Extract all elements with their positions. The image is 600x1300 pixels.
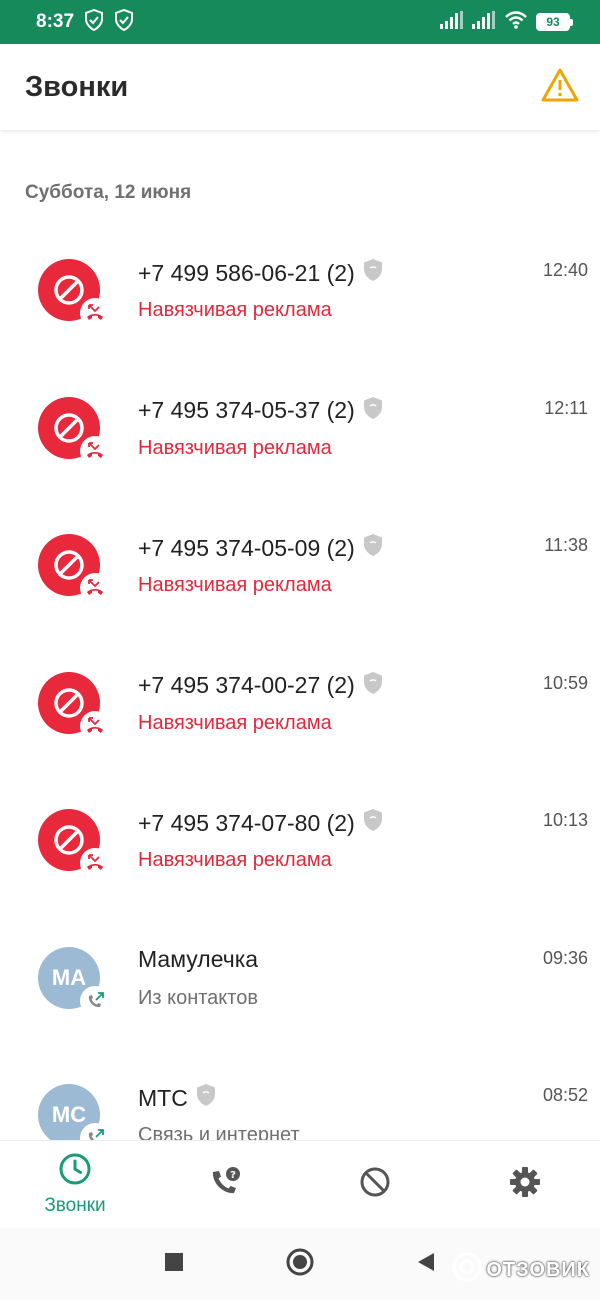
shield-icon — [363, 258, 383, 288]
shield-check-icon — [114, 8, 134, 36]
back-button[interactable] — [415, 1251, 437, 1278]
block-icon — [54, 687, 84, 718]
call-list-item[interactable]: +7 495 374-05-37 (2) Навязчивая реклама … — [0, 362, 600, 500]
app-bar: Звонки — [0, 44, 600, 130]
caller-name: +7 499 586-06-21 (2) — [138, 258, 383, 288]
phone-question-icon: ? — [207, 1164, 243, 1205]
status-bar: 8:37 93 — [0, 0, 600, 44]
shield-icon — [363, 396, 383, 426]
shield-check-icon — [84, 8, 104, 36]
call-time: 10:13 — [542, 810, 588, 830]
shield-icon — [363, 533, 383, 563]
call-time: 10:59 — [542, 672, 588, 693]
outgoing-call-icon — [80, 985, 110, 1016]
caller-name: МТС — [138, 1083, 216, 1113]
block-icon — [54, 550, 84, 580]
signal-icon — [440, 10, 464, 34]
missed-call-icon — [80, 573, 110, 603]
call-list-item[interactable]: +7 495 374-05-09 (2) Навязчивая реклама … — [0, 499, 600, 637]
call-category: Из контактов — [138, 986, 258, 1009]
tab-settings[interactable] — [465, 1165, 585, 1204]
call-list-item[interactable]: +7 495 374-07-80 (2) Навязчивая реклама … — [0, 774, 600, 912]
battery-icon: 93 — [536, 13, 573, 31]
watermark-text: ОТЗОВИК — [486, 1258, 590, 1281]
caller-name: +7 495 374-05-09 (2) — [138, 533, 383, 563]
wifi-icon — [504, 10, 528, 34]
call-time: 12:40 — [542, 260, 588, 280]
call-category: Навязчивая реклама — [138, 711, 332, 734]
caller-name: +7 495 374-05-37 (2) — [138, 396, 383, 426]
block-icon — [54, 412, 84, 443]
block-icon — [54, 825, 84, 855]
block-icon — [54, 275, 84, 305]
warning-button[interactable] — [538, 65, 582, 109]
watermark: ОТЗОВИК — [452, 1252, 590, 1288]
call-category: Навязчивая реклама — [138, 299, 332, 321]
call-category: Связь и интернет — [138, 1124, 300, 1140]
call-category: Навязчивая реклама — [138, 436, 332, 459]
missed-call-icon — [80, 298, 110, 328]
call-time: 09:36 — [542, 947, 588, 968]
missed-call-icon — [80, 710, 110, 741]
call-list-item[interactable]: +7 499 586-06-21 (2) Навязчивая реклама … — [0, 224, 600, 362]
call-category: Навязчивая реклама — [138, 574, 332, 596]
call-list-item[interactable]: МС МТС Связь и интернет 08:52 — [0, 1049, 600, 1140]
shield-icon — [363, 671, 383, 701]
shield-icon — [196, 1083, 216, 1113]
call-list[interactable]: +7 499 586-06-21 (2) Навязчивая реклама … — [0, 224, 600, 1140]
svg-text:?: ? — [230, 1170, 236, 1181]
call-list-item[interactable]: МА Мамулечка Из контактов 09:36 — [0, 912, 600, 1050]
tab-unknown-calls[interactable]: ? — [165, 1164, 285, 1205]
tab-blocked[interactable] — [315, 1165, 435, 1204]
gear-icon — [508, 1165, 542, 1204]
missed-call-icon — [80, 848, 110, 878]
watermark-logo-icon — [452, 1252, 482, 1288]
signal-icon — [472, 10, 496, 34]
caller-name: +7 495 374-07-80 (2) — [138, 808, 383, 838]
shield-icon — [363, 808, 383, 838]
call-time: 11:38 — [544, 535, 588, 555]
caller-name: Мамулечка — [138, 945, 259, 972]
call-time: 08:52 — [542, 1085, 588, 1105]
recents-button[interactable] — [163, 1251, 185, 1278]
call-category: Навязчивая реклама — [138, 849, 332, 871]
call-time: 12:11 — [544, 397, 588, 418]
missed-call-icon — [80, 435, 110, 466]
bottom-navigation: Звонки ? — [0, 1140, 600, 1228]
tab-calls[interactable]: Звонки — [15, 1152, 135, 1217]
date-section-header: Суббота, 12 июня — [25, 182, 192, 203]
tab-calls-label: Звонки — [44, 1195, 106, 1216]
caller-name: +7 495 374-00-27 (2) — [138, 671, 383, 701]
status-time: 8:37 — [36, 11, 75, 32]
clock-icon — [58, 1152, 92, 1191]
outgoing-call-icon — [80, 1123, 110, 1140]
block-icon — [358, 1165, 392, 1204]
warning-icon — [540, 67, 580, 108]
call-list-item[interactable]: +7 495 374-00-27 (2) Навязчивая реклама … — [0, 637, 600, 775]
page-title: Звонки — [25, 70, 129, 103]
home-button[interactable] — [285, 1247, 315, 1282]
